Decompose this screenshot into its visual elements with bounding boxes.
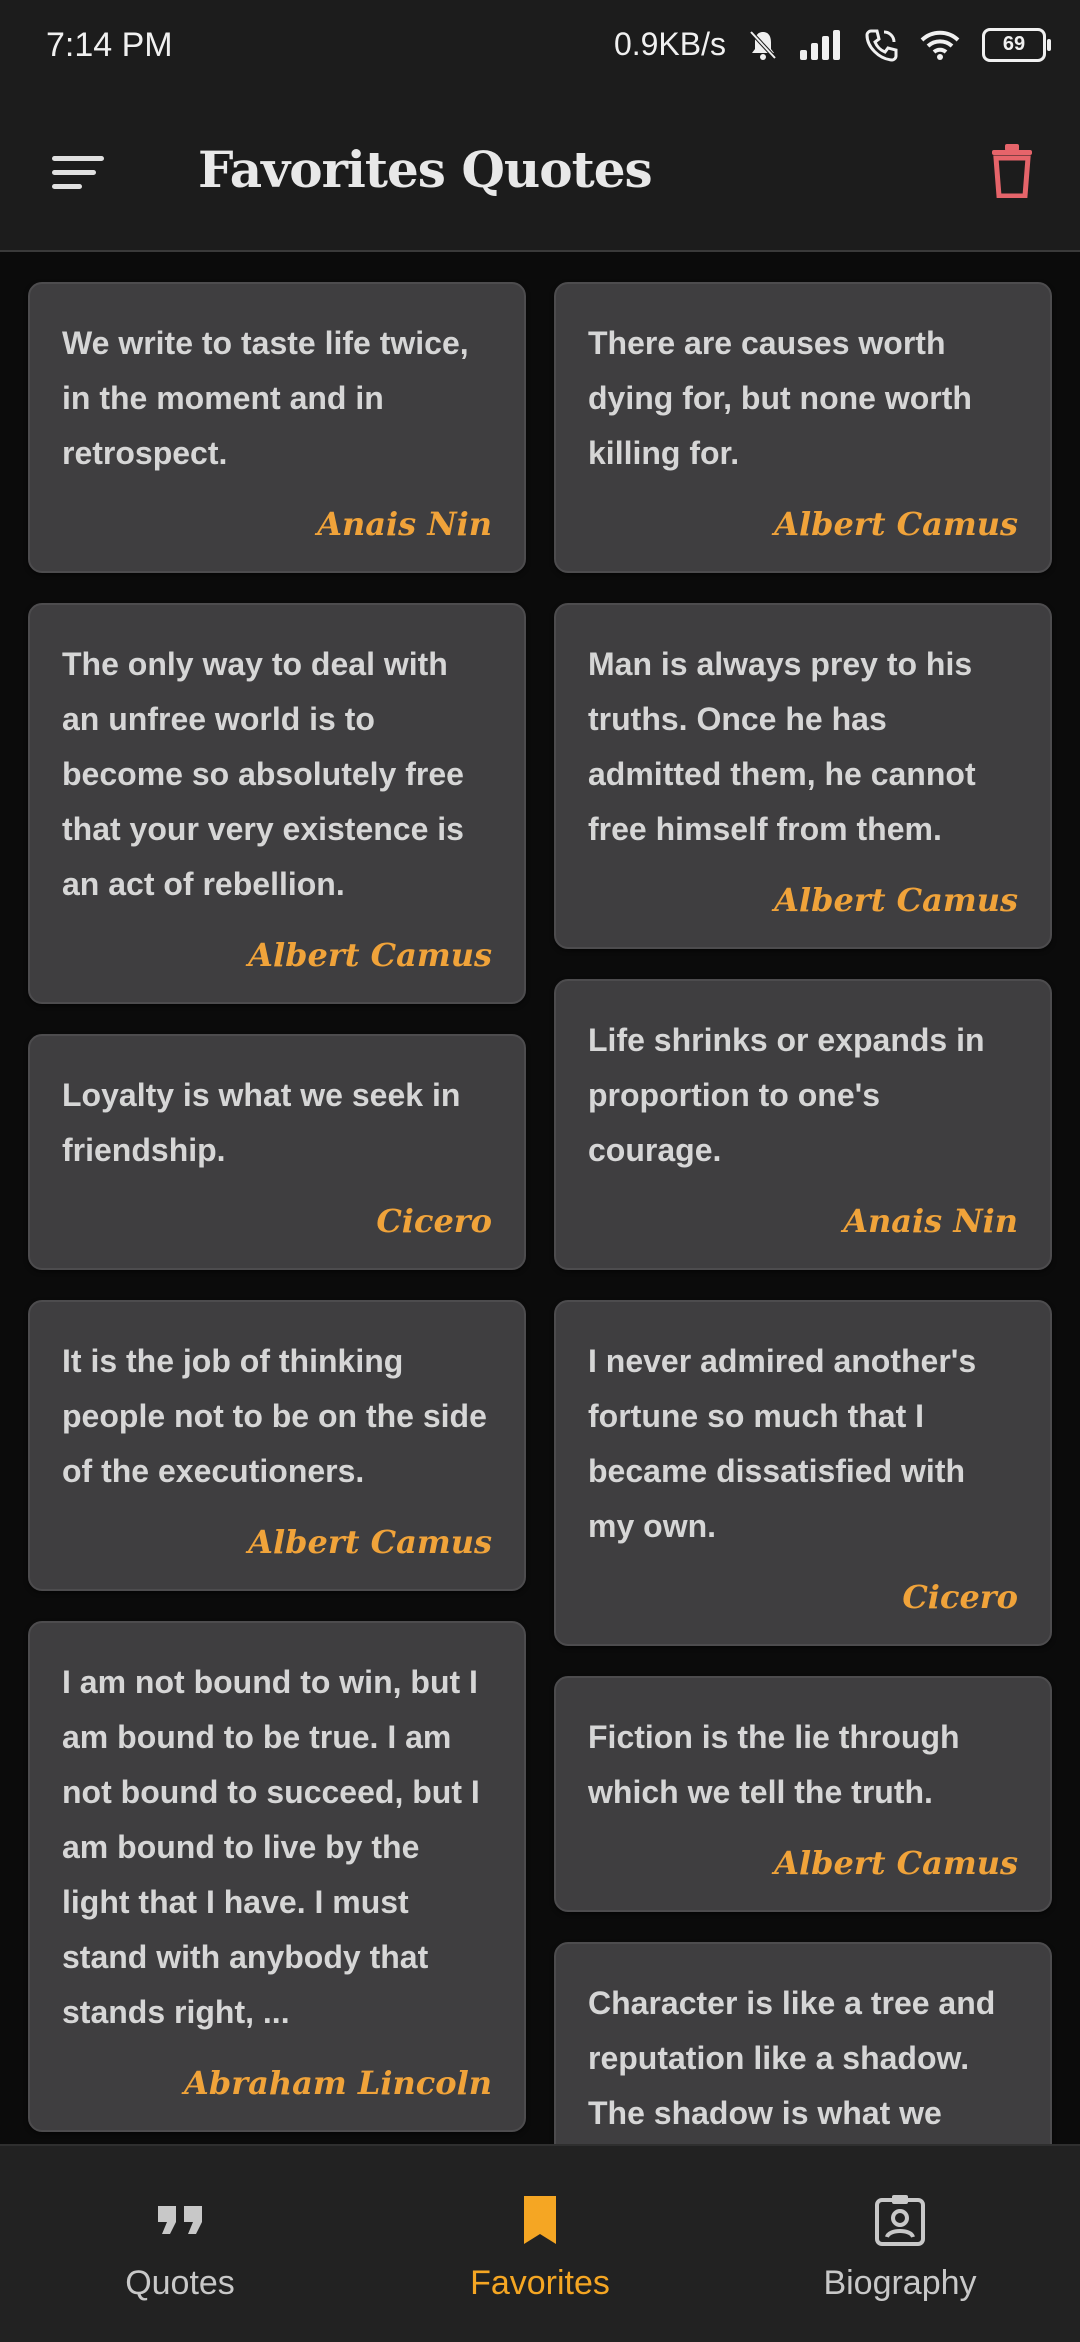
quote-author: Cicero <box>902 1578 1018 1616</box>
bookmark-icon <box>524 2196 556 2244</box>
quote-card[interactable]: Loyalty is what we seek in friendship. C… <box>28 1034 526 1270</box>
network-speed: 0.9KB/s <box>613 26 726 62</box>
quote-card[interactable]: I never admired another's fortune so muc… <box>554 1300 1052 1646</box>
nav-label: Favorites <box>470 2264 610 2302</box>
quote-text: It is the job of thinking people not to … <box>62 1343 487 1489</box>
quote-card[interactable]: We write to taste life twice, in the mom… <box>28 282 526 573</box>
call-icon <box>865 29 898 62</box>
status-indicators: 0.9KB/s 69 <box>613 26 1051 63</box>
quote-icon <box>158 2206 202 2234</box>
quote-card[interactable]: The only way to deal with an unfree worl… <box>28 603 526 1004</box>
quote-card[interactable]: Character is like a tree and reputation … <box>554 1942 1052 2144</box>
nav-item-favorites[interactable]: Favorites <box>360 2146 720 2342</box>
quote-text: Life shrinks or expands in proportion to… <box>588 1022 985 1168</box>
quote-card[interactable]: Life shrinks or expands in proportion to… <box>554 979 1052 1270</box>
quote-card[interactable]: It is the job of thinking people not to … <box>28 1300 526 1591</box>
status-time: 7:14 PM <box>46 26 173 64</box>
app-bar: Favorites Quotes <box>0 96 1080 252</box>
signal-icon <box>800 29 840 60</box>
menu-icon[interactable] <box>52 154 104 194</box>
wifi-icon <box>920 30 960 60</box>
left-column: We write to taste life twice, in the mom… <box>28 282 526 2144</box>
delete-icon[interactable] <box>992 144 1032 198</box>
page-title: Favorites Quotes <box>198 140 653 199</box>
nav-item-biography[interactable]: Biography <box>720 2146 1080 2342</box>
mute-bell-icon <box>749 30 777 60</box>
quote-text: I am not bound to win, but I am bound to… <box>62 1664 480 2030</box>
quote-card[interactable]: Man is always prey to his truths. Once h… <box>554 603 1052 949</box>
quote-author: Anais Nin <box>843 1202 1018 1240</box>
quote-text: We write to taste life twice, in the mom… <box>62 325 469 471</box>
quote-text: I never admired another's fortune so muc… <box>588 1343 977 1544</box>
quote-text: Character is like a tree and reputation … <box>588 1985 996 2131</box>
nav-label: Quotes <box>125 2264 235 2302</box>
quote-text: Loyalty is what we seek in friendship. <box>62 1077 461 1168</box>
quote-card[interactable]: There are causes worth dying for, but no… <box>554 282 1052 573</box>
quote-author: Abraham Lincoln <box>184 2064 492 2102</box>
quote-author: Albert Camus <box>248 936 492 974</box>
quote-text: Fiction is the lie through which we tell… <box>588 1719 960 1810</box>
right-column: There are causes worth dying for, but no… <box>554 282 1052 2144</box>
quote-author: Cicero <box>376 1202 492 1240</box>
favorites-grid[interactable]: We write to taste life twice, in the mom… <box>0 252 1080 2144</box>
nav-label: Biography <box>823 2264 977 2302</box>
quote-author: Albert Camus <box>774 1844 1018 1882</box>
quote-author: Anais Nin <box>317 505 492 543</box>
bottom-navigation: Quotes Favorites Biography <box>0 2144 1080 2342</box>
quote-card[interactable]: I am not bound to win, but I am bound to… <box>28 1621 526 2132</box>
nav-item-quotes[interactable]: Quotes <box>0 2146 360 2342</box>
quote-author: Albert Camus <box>774 505 1018 543</box>
quote-author: Albert Camus <box>248 1523 492 1561</box>
quote-author: Albert Camus <box>774 881 1018 919</box>
battery-indicator: 69 <box>982 27 1051 62</box>
quote-card[interactable]: Fiction is the lie through which we tell… <box>554 1676 1052 1912</box>
quote-text: Man is always prey to his truths. Once h… <box>588 646 976 847</box>
status-bar: 7:14 PM 0.9KB/s 69 <box>0 0 1080 96</box>
quote-text: There are causes worth dying for, but no… <box>588 325 972 471</box>
quote-text: The only way to deal with an unfree worl… <box>62 646 464 902</box>
badge-icon <box>875 2195 925 2246</box>
